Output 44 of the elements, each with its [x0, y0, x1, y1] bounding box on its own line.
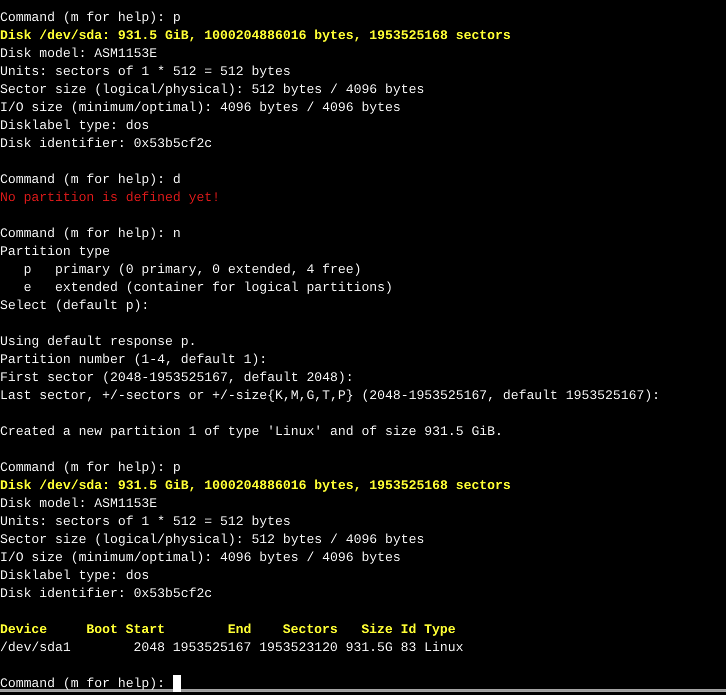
column-header: Size [360, 621, 393, 639]
terminal-line: I/O size (minimum/optimal): 4096 bytes / 4096 bytes [0, 100, 401, 115]
terminal-line: Units: sectors of 1 * 512 = 512 bytes [0, 514, 291, 529]
terminal-line: Command (m for help): p [0, 460, 181, 475]
table-cell-text: 2048 [132, 639, 165, 657]
terminal-line: Using default response p. [0, 334, 196, 349]
terminal-line: p primary (0 primary, 0 extended, 4 free) [22, 262, 362, 277]
terminal-line: Sector size (logical/physical): 512 bytes / 4096 bytes [0, 532, 424, 547]
table-cell: 83 [400, 639, 416, 657]
terminal-line: Select (default p): [0, 298, 150, 313]
terminal-line: Units: sectors of 1 * 512 = 512 bytes [0, 64, 291, 79]
terminal-line: I/O size (minimum/optimal): 4096 bytes / 4096 bytes [0, 550, 401, 565]
column-header: Type [424, 621, 457, 639]
terminal-line: Disk /dev/sda: 931.5 GiB, 1000204886016 bytes, 1953525168 sectors [0, 478, 511, 493]
terminal-line: Command (m for help): p [0, 10, 181, 25]
terminal-line: Created a new partition 1 of type 'Linux' and of size 931.5 GiB. [0, 424, 503, 439]
terminal-line: Command (m for help): n [0, 226, 181, 241]
terminal-line: Disk identifier: 0x53b5cf2c [0, 586, 212, 601]
terminal-line: Command (m for help): d [0, 172, 181, 187]
terminal-line: Partition number (1-4, default 1): [0, 352, 268, 367]
table-cell: 1953523120 [259, 639, 338, 657]
column-header: Device [0, 621, 48, 639]
terminal-line: Disk /dev/sda: 931.5 GiB, 1000204886016 bytes, 1953525168 sectors [0, 28, 511, 43]
column-header: Boot [86, 621, 118, 639]
table-cell-text: /dev/sda1 [0, 639, 72, 657]
terminal-line: Command (m for help): [0, 676, 166, 691]
terminal-line: First sector (2048-1953525167, default 2048): [0, 370, 354, 385]
column-header: Sectors [282, 621, 338, 639]
table-cell: 931.5G [346, 639, 393, 657]
error-message: No partition is defined yet! [0, 190, 220, 205]
terminal-line: Disklabel type: dos [0, 118, 150, 133]
terminal-line: Partition type [0, 244, 110, 259]
table-cell: Linux [424, 639, 464, 657]
terminal-line: e extended (container for logical partitions) [22, 280, 393, 295]
terminal-line: Last sector, +/-sectors or +/-size{K,M,G,T,P} (2048-1953525167, default 1953525167): [0, 388, 660, 403]
terminal-line: Disk model: ASM1153E [0, 46, 158, 61]
column-header: End [226, 621, 252, 639]
terminal-line: Sector size (logical/physical): 512 bytes / 4096 bytes [0, 82, 424, 97]
table-cell: 1953525167 [172, 639, 252, 657]
terminal-line: Disklabel type: dos [0, 568, 150, 583]
terminal-line: Disk model: ASM1153E [0, 496, 158, 511]
terminal-line: Disk identifier: 0x53b5cf2c [0, 136, 212, 151]
column-header: Start [126, 621, 165, 639]
column-header: Id [400, 621, 416, 639]
